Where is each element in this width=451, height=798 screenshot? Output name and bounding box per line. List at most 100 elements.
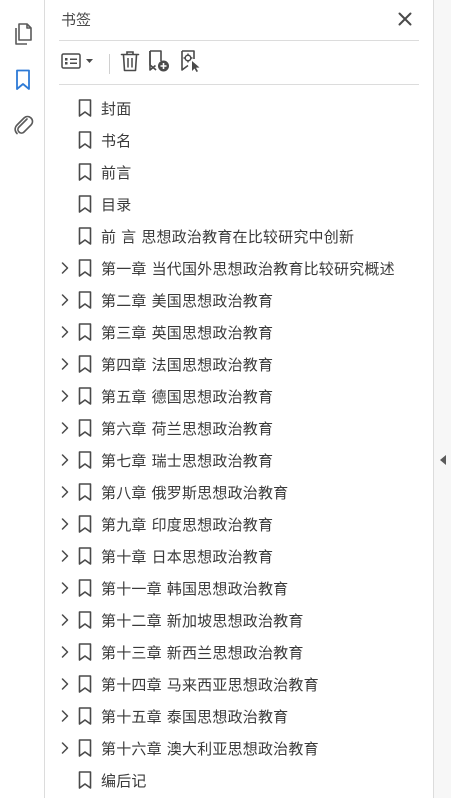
new-bookmark-from-structure-button[interactable] — [177, 49, 205, 77]
bookmark-row[interactable]: 第四章 法国思想政治教育 — [45, 348, 433, 380]
bookmark-icon — [78, 259, 92, 277]
toolbar-divider — [59, 84, 419, 85]
bookmark-label: 第六章 荷兰思想政治教育 — [101, 420, 274, 438]
expand-chevron-icon[interactable] — [59, 261, 71, 275]
expand-chevron-icon[interactable] — [59, 709, 71, 723]
expand-chevron-icon[interactable] — [59, 517, 71, 531]
bookmark-row[interactable]: 第八章 俄罗斯思想政治教育 — [45, 476, 433, 508]
bookmark-label: 第九章 印度思想政治教育 — [101, 516, 274, 534]
bookmark-icon — [78, 195, 92, 213]
bookmark-label: 第十章 日本思想政治教育 — [101, 548, 274, 566]
bookmark-icon — [78, 451, 92, 469]
panel-title: 书签 — [61, 11, 92, 29]
expand-chevron-icon[interactable] — [59, 485, 71, 499]
expand-chevron-icon[interactable] — [59, 389, 71, 403]
close-icon — [398, 11, 412, 30]
bookmark-label: 第三章 英国思想政治教育 — [101, 324, 274, 342]
bookmark-label: 第十五章 泰国思想政治教育 — [101, 708, 289, 726]
bookmark-tree: 封面书名前言目录前 言 思想政治教育在比较研究中创新第一章 当代国外思想政治教育… — [45, 92, 433, 796]
expand-chevron-icon[interactable] — [59, 677, 71, 691]
delete-bookmark-button[interactable] — [117, 49, 143, 77]
expand-chevron-icon[interactable] — [59, 357, 71, 371]
bookmark-row[interactable]: 第十一章 韩国思想政治教育 — [45, 572, 433, 604]
bookmark-icon — [15, 69, 31, 91]
bookmark-label: 第十一章 韩国思想政治教育 — [101, 580, 289, 598]
bookmarks-toolbar — [45, 46, 433, 80]
bookmark-row[interactable]: 第三章 英国思想政治教育 — [45, 316, 433, 348]
bookmark-icon — [78, 579, 92, 597]
bookmark-icon — [78, 771, 92, 789]
bookmark-label: 书名 — [101, 132, 132, 150]
bookmark-row[interactable]: 第二章 美国思想政治教育 — [45, 284, 433, 316]
bookmark-icon — [78, 675, 92, 693]
bookmark-icon — [78, 387, 92, 405]
bookmark-icon — [78, 643, 92, 661]
bookmark-row[interactable]: 封面 — [45, 92, 433, 124]
bookmark-row[interactable]: 第十章 日本思想政治教育 — [45, 540, 433, 572]
bookmark-row[interactable]: 第十四章 马来西亚思想政治教育 — [45, 668, 433, 700]
expand-chevron-icon[interactable] — [59, 741, 71, 755]
bookmark-label: 前 言 思想政治教育在比较研究中创新 — [101, 228, 355, 246]
bookmark-label: 目录 — [101, 196, 132, 214]
bookmark-label: 第一章 当代国外思想政治教育比较研究概述 — [101, 260, 395, 278]
bookmark-row[interactable]: 第一章 当代国外思想政治教育比较研究概述 — [45, 252, 433, 284]
bookmark-icon — [78, 323, 92, 341]
attachment-icon — [12, 114, 34, 136]
pages-icon — [13, 23, 33, 45]
bookmark-label: 第八章 俄罗斯思想政治教育 — [101, 484, 289, 502]
bookmark-label: 第十四章 马来西亚思想政治教育 — [101, 676, 319, 694]
new-bookmark-from-structure-icon — [179, 49, 203, 77]
bookmark-row[interactable]: 第六章 荷兰思想政治教育 — [45, 412, 433, 444]
options-menu-button[interactable] — [59, 49, 99, 77]
panel-header: 书签 — [45, 0, 433, 40]
page-thumbnails-button[interactable] — [9, 20, 37, 48]
expand-chevron-icon[interactable] — [59, 453, 71, 467]
delete-icon — [120, 50, 140, 76]
bookmark-label: 第十二章 新加坡思想政治教育 — [101, 612, 304, 630]
bookmark-row[interactable]: 第十二章 新加坡思想政治教育 — [45, 604, 433, 636]
bookmark-row[interactable]: 第十三章 新西兰思想政治教育 — [45, 636, 433, 668]
bookmark-label: 第五章 德国思想政治教育 — [101, 388, 274, 406]
bookmark-label: 前言 — [101, 164, 132, 182]
close-panel-button[interactable] — [395, 10, 415, 30]
bookmark-row[interactable]: 第五章 德国思想政治教育 — [45, 380, 433, 412]
bookmark-row[interactable]: 前言 — [45, 156, 433, 188]
attachments-button[interactable] — [9, 111, 37, 139]
panel-collapse-strip[interactable] — [433, 0, 451, 798]
bookmark-icon — [78, 163, 92, 181]
new-bookmark-button[interactable] — [145, 49, 173, 77]
bookmark-row[interactable]: 第十六章 澳大利亚思想政治教育 — [45, 732, 433, 764]
bookmark-icon — [78, 739, 92, 757]
expand-chevron-icon[interactable] — [59, 325, 71, 339]
bookmark-icon — [78, 355, 92, 373]
expand-chevron-icon[interactable] — [59, 645, 71, 659]
bookmark-label: 第七章 瑞士思想政治教育 — [101, 452, 274, 470]
bookmark-icon — [78, 515, 92, 533]
expand-chevron-icon[interactable] — [59, 293, 71, 307]
bookmark-row[interactable]: 第九章 印度思想政治教育 — [45, 508, 433, 540]
bookmark-icon — [78, 227, 92, 245]
expand-chevron-icon[interactable] — [59, 613, 71, 627]
bookmarks-app: 书签 封面 书名 前言 目录 前 言 思想政治教育在比较研究中创新 第一章 当代… — [0, 0, 451, 798]
bookmark-label: 编后记 — [101, 772, 147, 790]
bookmark-icon — [78, 483, 92, 501]
bookmark-row[interactable]: 书名 — [45, 124, 433, 156]
bookmark-row[interactable]: 编后记 — [45, 764, 433, 796]
options-list-icon — [61, 51, 97, 75]
bookmark-icon — [78, 611, 92, 629]
bookmark-icon — [78, 707, 92, 725]
bookmark-label: 第四章 法国思想政治教育 — [101, 356, 274, 374]
new-bookmark-icon — [147, 49, 171, 77]
navigation-rail — [0, 0, 45, 798]
bookmarks-panel: 书签 封面 书名 前言 目录 前 言 思想政治教育在比较研究中创新 第一章 当代… — [45, 0, 433, 798]
bookmark-row[interactable]: 目录 — [45, 188, 433, 220]
bookmark-row[interactable]: 第七章 瑞士思想政治教育 — [45, 444, 433, 476]
bookmark-row[interactable]: 第十五章 泰国思想政治教育 — [45, 700, 433, 732]
header-divider — [59, 40, 419, 41]
bookmarks-panel-button[interactable] — [9, 66, 37, 94]
expand-chevron-icon[interactable] — [59, 549, 71, 563]
bookmark-row[interactable]: 前 言 思想政治教育在比较研究中创新 — [45, 220, 433, 252]
bookmark-label: 第十六章 澳大利亚思想政治教育 — [101, 740, 319, 758]
expand-chevron-icon[interactable] — [59, 581, 71, 595]
expand-chevron-icon[interactable] — [59, 421, 71, 435]
